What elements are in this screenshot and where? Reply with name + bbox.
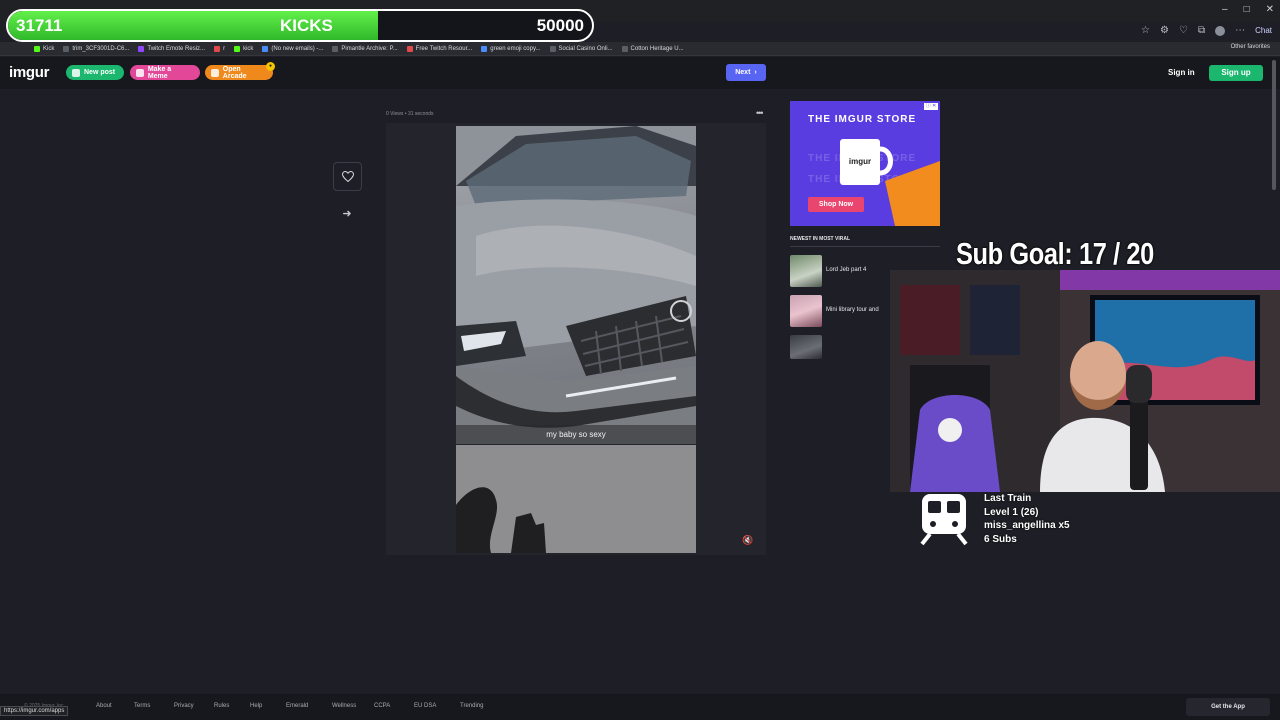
close-window-button[interactable]: ✕ bbox=[1266, 4, 1274, 15]
chevron-right-icon: › bbox=[754, 69, 757, 76]
footer-link-about[interactable]: About bbox=[96, 703, 120, 709]
sign-up-button[interactable]: Sign up bbox=[1209, 65, 1263, 81]
window-controls: – □ ✕ bbox=[1222, 4, 1274, 15]
divider bbox=[790, 246, 940, 247]
train-user: miss_angellina x5 bbox=[984, 520, 1070, 531]
favorite-button[interactable] bbox=[333, 162, 362, 191]
car-illustration bbox=[456, 126, 696, 444]
page-icon bbox=[63, 45, 70, 52]
collections-icon[interactable]: ⧉ bbox=[1198, 25, 1205, 36]
train-level: Level 1 (26) bbox=[984, 506, 1039, 518]
profile-avatar[interactable] bbox=[1215, 25, 1226, 36]
new-post-button[interactable]: New post bbox=[66, 65, 124, 80]
kick-icon bbox=[234, 45, 241, 52]
kick-icon bbox=[34, 45, 40, 52]
shop-now-button[interactable]: Shop Now bbox=[808, 197, 864, 212]
train-icon bbox=[918, 492, 970, 546]
page-icon bbox=[332, 45, 339, 52]
viral-thumbnail bbox=[790, 295, 822, 327]
kicks-goal: 50000 bbox=[536, 16, 584, 35]
page-icon bbox=[138, 45, 145, 52]
menu-dots-icon[interactable]: ⋯ bbox=[1235, 25, 1245, 36]
sub-goal-counter: Sub Goal: 17 / 20 bbox=[956, 236, 1154, 271]
bookmark-item[interactable]: kick bbox=[234, 45, 253, 52]
favorites-icon[interactable]: ♡ bbox=[1179, 25, 1188, 36]
kicks-label: KICKS bbox=[280, 16, 333, 35]
browser-status-url: https://imgur.com/apps bbox=[0, 706, 69, 716]
hype-train-info: Last Train Level 1 (26) miss_angellina x… bbox=[984, 492, 1070, 546]
page-icon bbox=[481, 45, 488, 52]
maximize-button[interactable]: □ bbox=[1244, 4, 1250, 15]
bookmark-item[interactable]: green emoji copy... bbox=[481, 45, 541, 52]
mail-icon bbox=[262, 45, 269, 52]
footer-link-rules[interactable]: Rules bbox=[214, 703, 236, 709]
post-image-car bbox=[456, 126, 696, 444]
bookmarks-bar: Kick trim_3CF3001D-C6... Twitch Emote Re… bbox=[0, 42, 1280, 56]
page-scrollbar[interactable] bbox=[1272, 60, 1276, 190]
bookmark-item[interactable]: r bbox=[214, 45, 225, 52]
chat-button[interactable]: Chat bbox=[1255, 26, 1272, 35]
other-favorites[interactable]: Other favorites bbox=[1231, 44, 1270, 50]
plus-icon bbox=[72, 68, 80, 77]
sign-in-link[interactable]: Sign in bbox=[1168, 68, 1195, 77]
footer-link-help[interactable]: Help bbox=[250, 703, 272, 709]
reddit-icon bbox=[214, 45, 221, 52]
extension-icon[interactable]: ⚙ bbox=[1160, 25, 1169, 36]
bookmark-item[interactable]: trim_3CF3001D-C6... bbox=[63, 45, 129, 52]
footer-link-ccpa[interactable]: CCPA bbox=[374, 703, 400, 709]
gamepad-icon bbox=[211, 68, 219, 77]
footer-link-emerald[interactable]: Emerald bbox=[286, 703, 318, 709]
streamer-webcam bbox=[890, 270, 1280, 492]
train-subs: 6 Subs bbox=[984, 533, 1017, 545]
make-meme-button[interactable]: Make a Meme bbox=[130, 65, 200, 80]
ground-illustration bbox=[456, 445, 696, 553]
more-options-icon[interactable]: ••• bbox=[756, 108, 764, 118]
viral-thumbnail bbox=[790, 255, 822, 287]
site-header: imgur New post Make a Meme Open Arcade ●… bbox=[0, 57, 1280, 89]
address-bar-icons: ☆ ⚙ ♡ ⧉ ⋯ Chat bbox=[1141, 25, 1272, 36]
bookmark-item[interactable]: Social Casino Onli... bbox=[549, 45, 613, 52]
post-meta: 0 Views • 31 seconds bbox=[386, 111, 434, 117]
open-arcade-button[interactable]: Open Arcade bbox=[205, 65, 273, 80]
heart-icon bbox=[341, 171, 354, 182]
bookmark-item[interactable]: Kick bbox=[34, 45, 54, 52]
viral-thumbnail bbox=[790, 335, 822, 359]
page-icon bbox=[406, 45, 413, 52]
mute-icon[interactable]: 🔇 bbox=[742, 535, 753, 546]
minimize-button[interactable]: – bbox=[1222, 4, 1228, 15]
kicks-goal-bar: 31711 KICKS 50000 bbox=[6, 9, 594, 42]
footer-link-privacy[interactable]: Privacy bbox=[174, 703, 202, 709]
footer-link-terms[interactable]: Terms bbox=[134, 703, 160, 709]
star-icon[interactable]: ☆ bbox=[1141, 25, 1150, 36]
share-arrow-icon[interactable]: ➜ bbox=[338, 207, 356, 223]
kicks-count: 31711 bbox=[16, 16, 63, 35]
post-image-ground bbox=[456, 445, 696, 553]
bookmark-item[interactable]: Cotton Heritage U... bbox=[621, 45, 684, 52]
footer-links: About Terms Privacy Rules Help Emerald W… bbox=[96, 703, 494, 709]
bookmark-item[interactable]: Free Twitch Resour... bbox=[406, 45, 472, 52]
get-the-app-button[interactable]: Get the App bbox=[1186, 698, 1270, 716]
bookmark-item[interactable]: Twitch Emote Resiz... bbox=[138, 45, 205, 52]
train-title: Last Train bbox=[984, 493, 1032, 504]
next-button[interactable]: Next › bbox=[726, 64, 766, 81]
page-icon bbox=[549, 45, 556, 52]
footer-link-eu-dsa[interactable]: EU DSA bbox=[414, 703, 442, 709]
site-footer: © 2025 Imgur, Inc About Terms Privacy Ru… bbox=[0, 694, 1280, 720]
imgur-store-ad[interactable]: ⓘ ✕ THE IMGUR STORE THE IMGUR STORE THE … bbox=[790, 101, 940, 226]
imgur-logo[interactable]: imgur bbox=[9, 64, 49, 81]
bookmark-item[interactable]: Pimantle Archive: P... bbox=[332, 45, 398, 52]
newest-viral-heading: NEWEST IN MOST VIRAL bbox=[790, 236, 850, 242]
image-caption: my baby so sexy bbox=[456, 425, 696, 444]
footer-link-trending[interactable]: Trending bbox=[460, 703, 494, 709]
footer-link-wellness[interactable]: Wellness bbox=[332, 703, 366, 709]
mug-logo: imgur bbox=[848, 157, 872, 166]
webcam-illustration bbox=[890, 270, 1280, 492]
bookmark-item[interactable]: (No new emails) -... bbox=[262, 45, 323, 52]
meme-icon bbox=[136, 68, 144, 77]
notification-badge-icon: ● bbox=[266, 62, 275, 71]
page-icon bbox=[621, 45, 628, 52]
